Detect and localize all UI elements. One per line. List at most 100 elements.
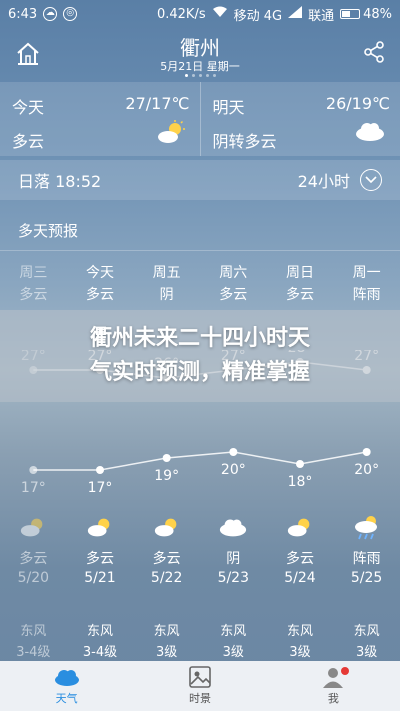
day-name: 周三	[19, 265, 48, 281]
day-name: 周五	[152, 265, 181, 281]
weather-notify-icon: ☁	[43, 7, 58, 21]
low-temp-label: 20°	[354, 462, 379, 478]
tab-label: 天气	[55, 692, 78, 705]
page-dot	[191, 74, 195, 77]
hourly-toggle[interactable]: 24小时	[298, 168, 382, 192]
app-notify-icon: ◎	[63, 7, 78, 21]
wind-level: 3级	[355, 645, 378, 660]
signal-icon	[288, 6, 303, 22]
low-temp-point	[162, 454, 171, 462]
today-tomorrow-panel: 今天 27/17℃ 多云 明天 26/19℃ 阴转多云	[0, 82, 400, 156]
day-name: 周日	[285, 265, 314, 281]
carrier-2: 联通	[308, 8, 335, 24]
page-dots	[0, 74, 400, 77]
tab-cloud[interactable]: 天气	[0, 661, 133, 711]
partly-cloudy-icon	[156, 120, 186, 148]
overlay-banner: 衢州未来二十四小时天 气实时预测，精准掌握	[0, 310, 400, 402]
forecast-night: 多云 5/24	[267, 510, 334, 592]
low-temp-point	[296, 460, 304, 468]
night-condition: 多云	[19, 551, 48, 567]
banner-line-2: 气实时预测，精准掌握	[89, 360, 310, 385]
day-name: 今天	[85, 265, 114, 281]
forecast-night: 阴 5/23	[200, 510, 267, 592]
day-date: 5/24	[284, 570, 316, 586]
low-temp-point	[96, 466, 104, 474]
tab-person[interactable]: 我	[267, 661, 400, 711]
forecast-night-row: 多云 5/20 多云 5/21 多云 5/22 阴 5/23 多云 5/24 阵雨 5/25	[0, 510, 400, 592]
today-temp: 27/17℃	[125, 94, 190, 113]
wind-level: 3级	[222, 645, 244, 660]
sunset-label: 日落 18:52	[18, 172, 102, 191]
low-temp-line	[33, 451, 367, 471]
wind-level: 3-4级	[16, 645, 51, 660]
forecast-wind: 东风 3-4级	[67, 620, 134, 660]
forecast-day: 今天 多云	[67, 262, 134, 306]
photo-tab-icon	[187, 666, 213, 688]
forecast-night: 多云 5/20	[0, 510, 67, 592]
wind-direction: 东风	[220, 624, 247, 639]
cloud-tab-icon	[54, 666, 80, 688]
rain-icon	[333, 510, 400, 544]
forecast-divider	[0, 250, 400, 251]
today-card[interactable]: 今天 27/17℃ 多云	[0, 82, 200, 156]
forecast-day: 周日 多云	[267, 262, 334, 306]
low-temp-label: 17°	[88, 480, 113, 496]
page-dot	[198, 74, 202, 77]
status-time: 6:43	[8, 6, 38, 22]
forecast-wind: 东风 3级	[333, 620, 400, 660]
wind-direction: 东风	[86, 624, 113, 639]
cloud-icon	[354, 120, 386, 146]
forecast-night: 阵雨 5/25	[333, 510, 400, 592]
day-condition: 多云	[19, 287, 48, 303]
day-condition: 多云	[219, 287, 248, 303]
battery-icon	[340, 9, 361, 19]
forecast-wind: 东风 3级	[133, 620, 200, 660]
wifi-icon	[212, 6, 228, 22]
low-temp-point	[229, 448, 238, 456]
tomorrow-temp: 26/19℃	[325, 94, 390, 113]
header: 衢州 5月21日 星期一	[0, 28, 400, 80]
battery-indicator: 48%	[340, 7, 392, 22]
low-temp-label: 19°	[154, 468, 179, 484]
wind-level: 3级	[156, 645, 178, 660]
night-condition: 多云	[152, 551, 181, 567]
carrier-1: 移动 4G	[233, 8, 283, 24]
partly-cloudy-icon	[267, 510, 334, 544]
day-name: 周一	[352, 265, 381, 281]
day-condition: 阵雨	[352, 287, 381, 303]
day-condition: 阴	[159, 287, 174, 303]
forecast-title: 多天预报	[18, 222, 79, 240]
tab-label: 我	[327, 692, 339, 705]
wind-direction: 东风	[20, 624, 47, 639]
wind-level: 3-4级	[82, 645, 118, 660]
forecast-wind: 东风 3级	[200, 620, 267, 660]
cloud-icon	[200, 510, 267, 544]
network-speed: 0.42K/s	[156, 6, 206, 22]
forecast-night: 多云 5/21	[67, 510, 134, 592]
date-label: 5月21日 星期一	[160, 60, 240, 73]
chevron-down-icon	[360, 169, 382, 191]
tab-label: 时景	[188, 692, 211, 705]
tomorrow-card[interactable]: 明天 26/19℃ 阴转多云	[199, 82, 400, 156]
forecast-day: 周三 多云	[0, 262, 67, 306]
day-date: 5/21	[84, 570, 116, 586]
low-temp-label: 20°	[221, 462, 246, 478]
notification-badge	[340, 667, 349, 675]
city-name[interactable]: 衢州	[0, 32, 400, 61]
forecast-wind: 东风 3-4级	[0, 620, 67, 660]
day-condition: 多云	[85, 287, 114, 303]
day-date: 5/22	[150, 570, 183, 586]
forecast-day: 周一 阵雨	[333, 262, 400, 306]
day-date: 5/23	[217, 570, 250, 586]
partly-cloudy-icon	[0, 510, 67, 544]
low-temp-point	[362, 448, 371, 456]
share-icon	[364, 41, 384, 63]
day-date: 5/20	[17, 570, 50, 586]
share-button[interactable]	[362, 40, 386, 64]
tab-photo[interactable]: 时景	[133, 661, 266, 711]
partly-cloudy-icon	[67, 510, 134, 544]
forecast-night: 多云 5/22	[133, 510, 200, 592]
page-dot	[205, 74, 209, 77]
hourly-label: 24小时	[297, 172, 350, 191]
low-temp-label: 17°	[21, 480, 46, 496]
